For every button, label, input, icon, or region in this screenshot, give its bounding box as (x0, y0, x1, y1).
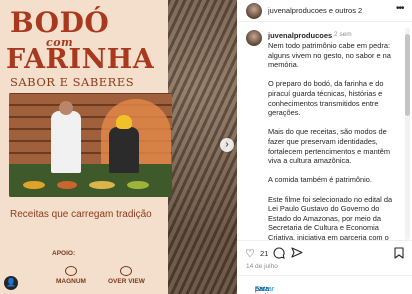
login-prompt: Entrar para curtir ou comentar. (237, 275, 412, 294)
chevron-right-icon[interactable]: › (220, 138, 234, 152)
person-icon[interactable]: 👤 (4, 276, 18, 290)
food-dish (127, 181, 149, 189)
logo-farinha: FARINHA (6, 44, 155, 75)
comment-username[interactable]: juvenalproducoes (268, 31, 332, 40)
sponsor-overview: OVER VIEW (108, 266, 145, 285)
heart-icon[interactable]: ♡ (245, 247, 255, 260)
scrollbar-thumb[interactable] (405, 34, 410, 116)
comment-paragraph: O preparo do bodó, da farinha e do pirac… (268, 79, 384, 118)
avatar[interactable] (246, 30, 262, 46)
post-header: juvenalproducoes e outros 2 ••• (237, 0, 412, 22)
poster-subtitle: SABOR E SABERES (10, 75, 135, 89)
poster-caption: Receitas que carregam tradição (10, 209, 152, 220)
chef-yellow-cap (109, 115, 139, 173)
comment-paragraph: Mais do que receitas, são modos de fazer… (268, 127, 390, 166)
sponsor-logo-icon (64, 266, 77, 276)
food-dish (57, 181, 77, 189)
chefs-photo (9, 93, 172, 197)
logo-bodo: BODÓ (10, 6, 110, 39)
avatar[interactable] (246, 3, 262, 19)
login-prompt-text: para curtir ou comentar. (255, 286, 280, 294)
sponsor-magnum: MAGNUM (56, 266, 86, 285)
post-media[interactable]: BODÓ com FARINHA SABOR E SABERES Receita… (0, 0, 237, 294)
send-icon[interactable] (291, 247, 303, 262)
header-users[interactable]: juvenalproducoes e outros 2 (268, 6, 362, 15)
sponsor-logo-icon (120, 266, 133, 276)
comment-paragraph: Nem todo patrimônio cabe em pedra: algun… (268, 41, 391, 70)
like-count: 21 (260, 249, 269, 258)
comment-paragraph: A comida também é patrimônio. (268, 175, 372, 185)
post-date: 14 de julho (246, 263, 278, 270)
support-label: APOIO: (52, 250, 76, 257)
food-dish (89, 181, 115, 189)
post-sidebar: juvenalproducoes e outros 2 ••• juvenalp… (237, 0, 412, 294)
bookmark-icon[interactable] (394, 247, 404, 262)
comment-time: 2 sem (334, 31, 352, 38)
chef-white-uniform (51, 101, 81, 173)
comment-text: Nem todo patrimônio cabe em pedra: algun… (268, 41, 402, 262)
scrollbar[interactable] (405, 28, 410, 240)
comment-icon[interactable] (273, 247, 285, 262)
food-dish (23, 181, 45, 189)
action-bar: ♡ 21 14 de julho (237, 240, 412, 275)
ellipsis-icon[interactable]: ••• (396, 3, 404, 14)
